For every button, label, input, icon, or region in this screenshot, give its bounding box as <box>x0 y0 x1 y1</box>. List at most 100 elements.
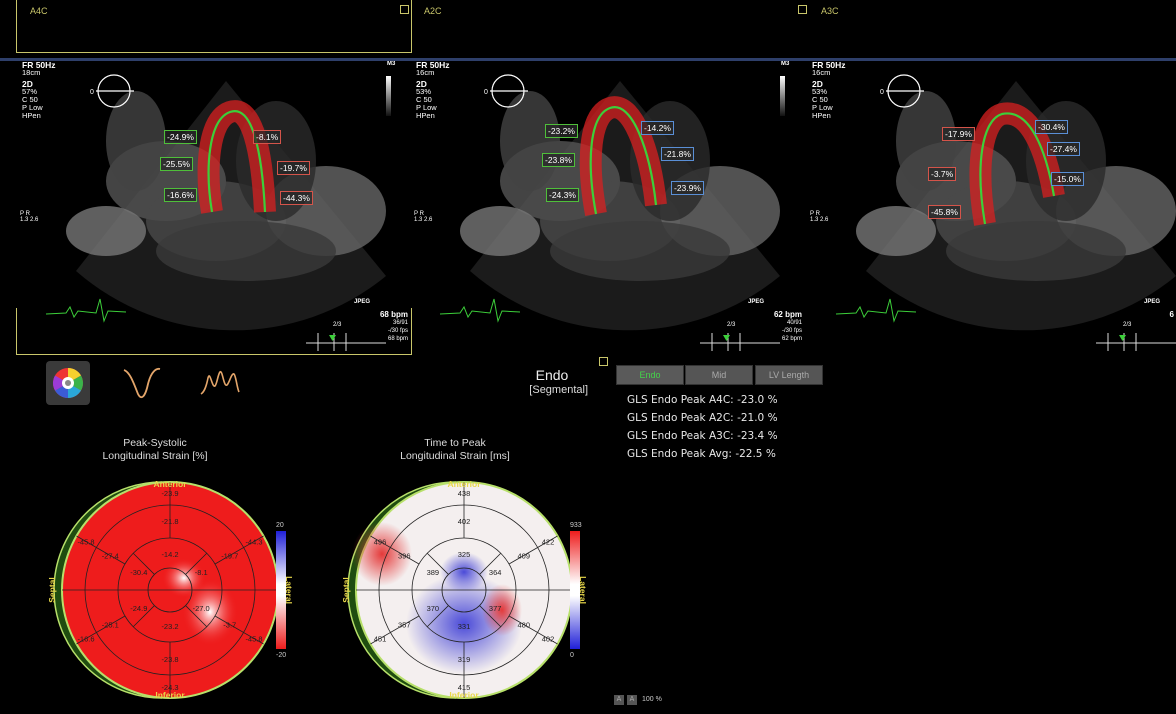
probe-left: 1.3 <box>414 217 423 223</box>
bullseye1-title-line1: Peak-Systolic <box>123 437 187 449</box>
probe-right: 2.6 <box>820 217 829 223</box>
select-checkbox-a3c[interactable] <box>798 5 807 14</box>
color-scale-bar <box>570 531 580 649</box>
bullseye-view-button[interactable] <box>46 361 90 405</box>
zoom-in-button[interactable]: A <box>627 695 637 705</box>
segment-strain-label[interactable]: -24.9% <box>164 130 197 144</box>
segment-strain-label[interactable]: -25.5% <box>160 157 193 171</box>
strain-curve-icon[interactable] <box>120 364 164 404</box>
segment-strain-label[interactable]: -44.3% <box>280 191 313 205</box>
gls-value: -22.5 % <box>735 448 776 460</box>
segment-value: -45.8 <box>245 635 262 644</box>
depth: 18cm <box>22 68 41 77</box>
acquisition-info: FR 50Hz 16cm 2D 53% C 50 P Low HPen <box>416 61 450 120</box>
gls-label: GLS Endo Peak A2C: <box>627 412 734 424</box>
segment-strain-label[interactable]: -3.7% <box>928 167 957 181</box>
segment-value: 325 <box>458 550 471 559</box>
probe-orientation-icon: P R 1.3 2.6 <box>414 211 432 223</box>
segment-strain-label[interactable]: -8.1% <box>253 130 282 144</box>
probe-right: 2.6 <box>424 217 433 223</box>
segment-strain-label[interactable]: -15.0% <box>1051 172 1084 186</box>
gls-value: -23.0 % <box>737 394 778 406</box>
depth: 16cm <box>812 68 831 77</box>
echo-view-a2c[interactable]: 0 FR 50Hz 16cm 2D 53% C 50 P Low HPen M3 JPEG P… <box>410 61 804 355</box>
fps: -/30 fps <box>781 328 802 334</box>
segment-value: -30.4 <box>130 568 147 577</box>
probe-left: 1.3 <box>810 217 819 223</box>
gls-a2c: GLS Endo Peak A2C: -21.0 % <box>627 412 778 424</box>
segment-value: -23.9 <box>161 489 178 498</box>
tab-lv-length[interactable]: LV Length <box>755 365 823 385</box>
layer-checkbox[interactable] <box>599 357 608 366</box>
svg-text:0: 0 <box>880 89 884 96</box>
segment-strain-label[interactable]: -30.4% <box>1035 120 1068 134</box>
bullseye2-title-line1: Time to Peak <box>424 437 486 449</box>
view-title-a4c: A4C <box>30 6 48 16</box>
anterior-label: Anterior <box>447 479 481 489</box>
segment-value: -24.9 <box>130 604 147 613</box>
segment-strain-label[interactable]: -17.9% <box>942 127 975 141</box>
segment-strain-label[interactable]: -23.8% <box>542 153 575 167</box>
probe-right: 2.6 <box>30 217 39 223</box>
segment-strain-label[interactable]: -45.8% <box>928 205 961 219</box>
gls-avg: GLS Endo Peak Avg: -22.5 % <box>627 448 776 460</box>
scale-max: 933 <box>570 522 582 529</box>
depth: 16cm <box>416 68 435 77</box>
segment-strain-label[interactable]: -27.4% <box>1047 142 1080 156</box>
tab-mid[interactable]: Mid <box>685 365 753 385</box>
scale-min: 0 <box>570 652 574 659</box>
heart-rate: 6 <box>1169 310 1174 319</box>
layer-title: Endo <box>535 367 569 383</box>
segment-strain-label[interactable]: -16.6% <box>164 188 197 202</box>
septal-label: Septal <box>341 577 351 603</box>
segment-value: 409 <box>517 552 530 561</box>
segment-value: -8.1 <box>195 568 208 577</box>
strain-rate-curve-icon[interactable] <box>198 364 242 404</box>
ultrasound-sector-image: 0 <box>439 74 785 351</box>
segment-value: -23.2 <box>161 622 178 631</box>
segment-strain-label[interactable]: -14.2% <box>641 121 674 135</box>
gls-value: -23.4 % <box>737 430 778 442</box>
m3-label: M3 <box>781 61 790 67</box>
selected-view-frame <box>16 308 412 355</box>
segment-strain-label[interactable]: -23.2% <box>545 124 578 138</box>
acq-param: HPen <box>812 111 831 120</box>
segment-value: 331 <box>458 622 471 631</box>
view-title-a2c: A2C <box>424 6 442 16</box>
scale-max: 20 <box>276 522 284 529</box>
cycle-counter: 2/3 <box>1123 322 1132 328</box>
select-checkbox-a2c[interactable] <box>400 5 409 14</box>
cycle-counter: 2/3 <box>727 322 736 328</box>
segment-strain-label[interactable]: -23.9% <box>671 181 704 195</box>
zoom-out-button[interactable]: A <box>614 695 624 705</box>
heart-rate-info: 62 bpm 40/91 -/30 fps 62 bpm <box>774 311 802 343</box>
probe-left: 1.3 <box>20 217 29 223</box>
echo-view-a3c[interactable]: 0FR 50Hz 16cm 2D 53%C 50P LowHPenM3JPEGP… <box>806 61 1176 355</box>
septal-label: Septal <box>47 577 57 603</box>
segment-value: -27.0 <box>193 604 210 613</box>
gls-label: GLS Endo Peak Avg: <box>627 448 732 460</box>
bullseye2-title: Time to Peak Longitudinal Strain [ms] <box>360 437 550 463</box>
acq-param: HPen <box>22 111 41 120</box>
segment-value: -16.6 <box>77 635 94 644</box>
segment-value: 377 <box>489 604 502 613</box>
tab-endo[interactable]: Endo <box>616 365 684 385</box>
scale-min: -20 <box>276 652 286 659</box>
inferior-label: Inferior <box>155 690 185 700</box>
segment-strain-label[interactable]: -21.8% <box>661 147 694 161</box>
color-scale-bar <box>276 531 286 649</box>
bullseye-peak-strain[interactable]: -23.9-44.3-45.8-24.3-16.6-45.8-21.8-19.7… <box>40 474 300 706</box>
segment-strain-label[interactable]: -19.7% <box>277 161 310 175</box>
segment-strain-label[interactable]: -24.3% <box>546 188 579 202</box>
segment-value: 422 <box>542 538 555 547</box>
segment-value: 496 <box>374 538 387 547</box>
view-title-a3c: A3C <box>821 6 839 16</box>
segment-value: -25.1 <box>102 621 119 630</box>
segment-value: 402 <box>542 635 555 644</box>
acquisition-info: FR 50Hz 18cm 2D 57% C 50 P Low HPen <box>22 61 56 120</box>
bullseye-time-to-peak[interactable]: 438422402415451496402409480319357396 3253… <box>334 474 594 706</box>
view-header-a4c <box>16 0 412 53</box>
segment-value: -14.2 <box>161 550 178 559</box>
jpeg-label: JPEG <box>748 299 765 305</box>
segment-value: 480 <box>517 621 530 630</box>
